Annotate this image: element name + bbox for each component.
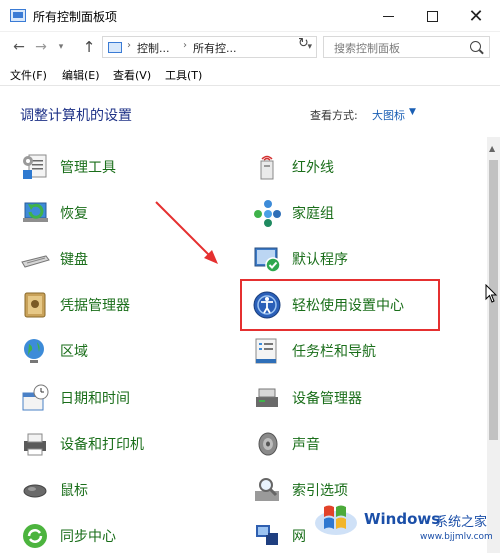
keyboard-icon [20, 244, 50, 274]
chevron-down-icon: ▾ [58, 42, 64, 52]
back-button[interactable]: ← [10, 38, 28, 56]
region-globe-icon [20, 336, 50, 366]
close-icon: ✕ [468, 5, 484, 27]
item-label: 键盘 [60, 252, 88, 268]
control-item-device-manager[interactable]: 设备管理器 [252, 381, 362, 415]
recent-locations-button[interactable]: ▾ [52, 38, 70, 56]
control-panel-icon [108, 42, 122, 53]
watermark: Windows 系统之家 www.bjjmlv.com [310, 492, 500, 553]
item-label: 红外线 [292, 160, 334, 176]
view-by-dropdown[interactable]: 大图标 [372, 107, 405, 123]
item-label: 家庭组 [292, 206, 334, 222]
indexing-icon [252, 475, 282, 505]
mouse-icon [20, 475, 50, 505]
control-item-sync-center[interactable]: 同步中心 [20, 519, 116, 553]
sync-center-icon [20, 521, 50, 551]
breadcrumb-segment[interactable]: 所有控... [193, 40, 237, 56]
search-icon[interactable] [470, 41, 481, 52]
control-item-region[interactable]: 区域 [20, 334, 88, 368]
address-bar[interactable]: › 控制... › 所有控... ▾ [102, 36, 317, 58]
control-panel-icon [10, 9, 26, 22]
control-item-network[interactable]: 网 [252, 519, 306, 553]
menu-file[interactable]: 文件(F) [10, 67, 47, 83]
credential-manager-icon [20, 290, 50, 320]
printer-icon [20, 429, 50, 459]
search-placeholder: 搜索控制面板 [334, 42, 400, 55]
breadcrumb-segment[interactable]: 控制... [137, 40, 170, 56]
title-bar: 所有控制面板项 ✕ [0, 0, 500, 32]
item-label: 网 [292, 529, 306, 545]
item-label: 日期和时间 [60, 391, 130, 407]
control-item-homegroup[interactable]: 家庭组 [252, 196, 334, 230]
control-item-admin-tools[interactable]: 管理工具 [20, 150, 116, 184]
menu-view[interactable]: 查看(V) [113, 67, 151, 83]
control-item-infrared[interactable]: 红外线 [252, 150, 334, 184]
up-button[interactable]: ↑ [80, 38, 98, 56]
close-button[interactable]: ✕ [456, 0, 496, 32]
item-label: 声音 [292, 437, 320, 453]
arrow-left-icon: ← [13, 39, 25, 55]
control-item-taskbar-navigation[interactable]: 任务栏和导航 [252, 334, 376, 368]
control-item-recovery[interactable]: 恢复 [20, 196, 88, 230]
watermark-title: Windows [364, 510, 441, 528]
chevron-right-icon: › [183, 40, 187, 51]
control-item-date-time[interactable]: 日期和时间 [20, 381, 130, 415]
network-icon [252, 521, 282, 551]
control-item-devices-printers[interactable]: 设备和打印机 [20, 427, 144, 461]
view-by-label: 查看方式: [310, 109, 358, 122]
item-label: 区域 [60, 344, 88, 360]
cursor-icon [485, 284, 498, 303]
minimize-icon [382, 15, 394, 17]
item-label: 设备管理器 [292, 391, 362, 407]
annotation-highlight-box [240, 279, 440, 331]
scroll-up-icon[interactable]: ▲ [489, 144, 495, 153]
arrow-right-icon: → [35, 39, 47, 55]
recovery-icon [20, 198, 50, 228]
default-programs-icon [252, 244, 282, 274]
windows-logo-icon [315, 505, 357, 535]
watermark-url: www.bjjmlv.com [420, 532, 493, 542]
annotation-arrow [155, 201, 218, 264]
window-title: 所有控制面板项 [33, 10, 118, 24]
chevron-down-icon[interactable]: ▼ [409, 107, 416, 117]
item-label: 凭据管理器 [60, 298, 130, 314]
item-label: 同步中心 [60, 529, 116, 545]
navigation-bar: ← → ▾ ↑ › 控制... › 所有控... ▾ ↻ 搜索控制面板 [0, 32, 500, 62]
homegroup-icon [252, 198, 282, 228]
watermark-subtitle: 系统之家 [435, 515, 488, 530]
item-label: 设备和打印机 [60, 437, 144, 453]
menu-bar: 文件(F) 编辑(E) 查看(V) 工具(T) [0, 62, 500, 86]
maximize-button[interactable] [412, 0, 452, 32]
control-item-sound[interactable]: 声音 [252, 427, 320, 461]
control-item-default-programs[interactable]: 默认程序 [252, 242, 348, 276]
minimize-button[interactable] [368, 0, 408, 32]
infrared-icon [252, 152, 282, 182]
refresh-icon[interactable]: ↻ [298, 36, 309, 51]
sound-icon [252, 429, 282, 459]
control-item-credential-manager[interactable]: 凭据管理器 [20, 288, 130, 322]
search-input[interactable]: 搜索控制面板 [323, 36, 490, 58]
control-item-mouse[interactable]: 鼠标 [20, 473, 88, 507]
chevron-right-icon: › [127, 40, 131, 51]
date-time-icon [20, 383, 50, 413]
device-manager-icon [252, 383, 282, 413]
item-label: 恢复 [60, 206, 88, 222]
maximize-icon [426, 10, 438, 22]
menu-edit[interactable]: 编辑(E) [62, 67, 100, 83]
menu-tools[interactable]: 工具(T) [165, 67, 202, 83]
taskbar-icon [252, 336, 282, 366]
page-title: 调整计算机的设置 [20, 108, 132, 124]
arrow-up-icon: ↑ [82, 38, 96, 56]
control-item-keyboard[interactable]: 键盘 [20, 242, 88, 276]
item-label: 鼠标 [60, 483, 88, 499]
admin-tools-icon [20, 152, 50, 182]
item-label: 默认程序 [292, 252, 348, 268]
item-label: 任务栏和导航 [292, 344, 376, 360]
item-label: 管理工具 [60, 160, 116, 176]
forward-button[interactable]: → [32, 38, 50, 56]
